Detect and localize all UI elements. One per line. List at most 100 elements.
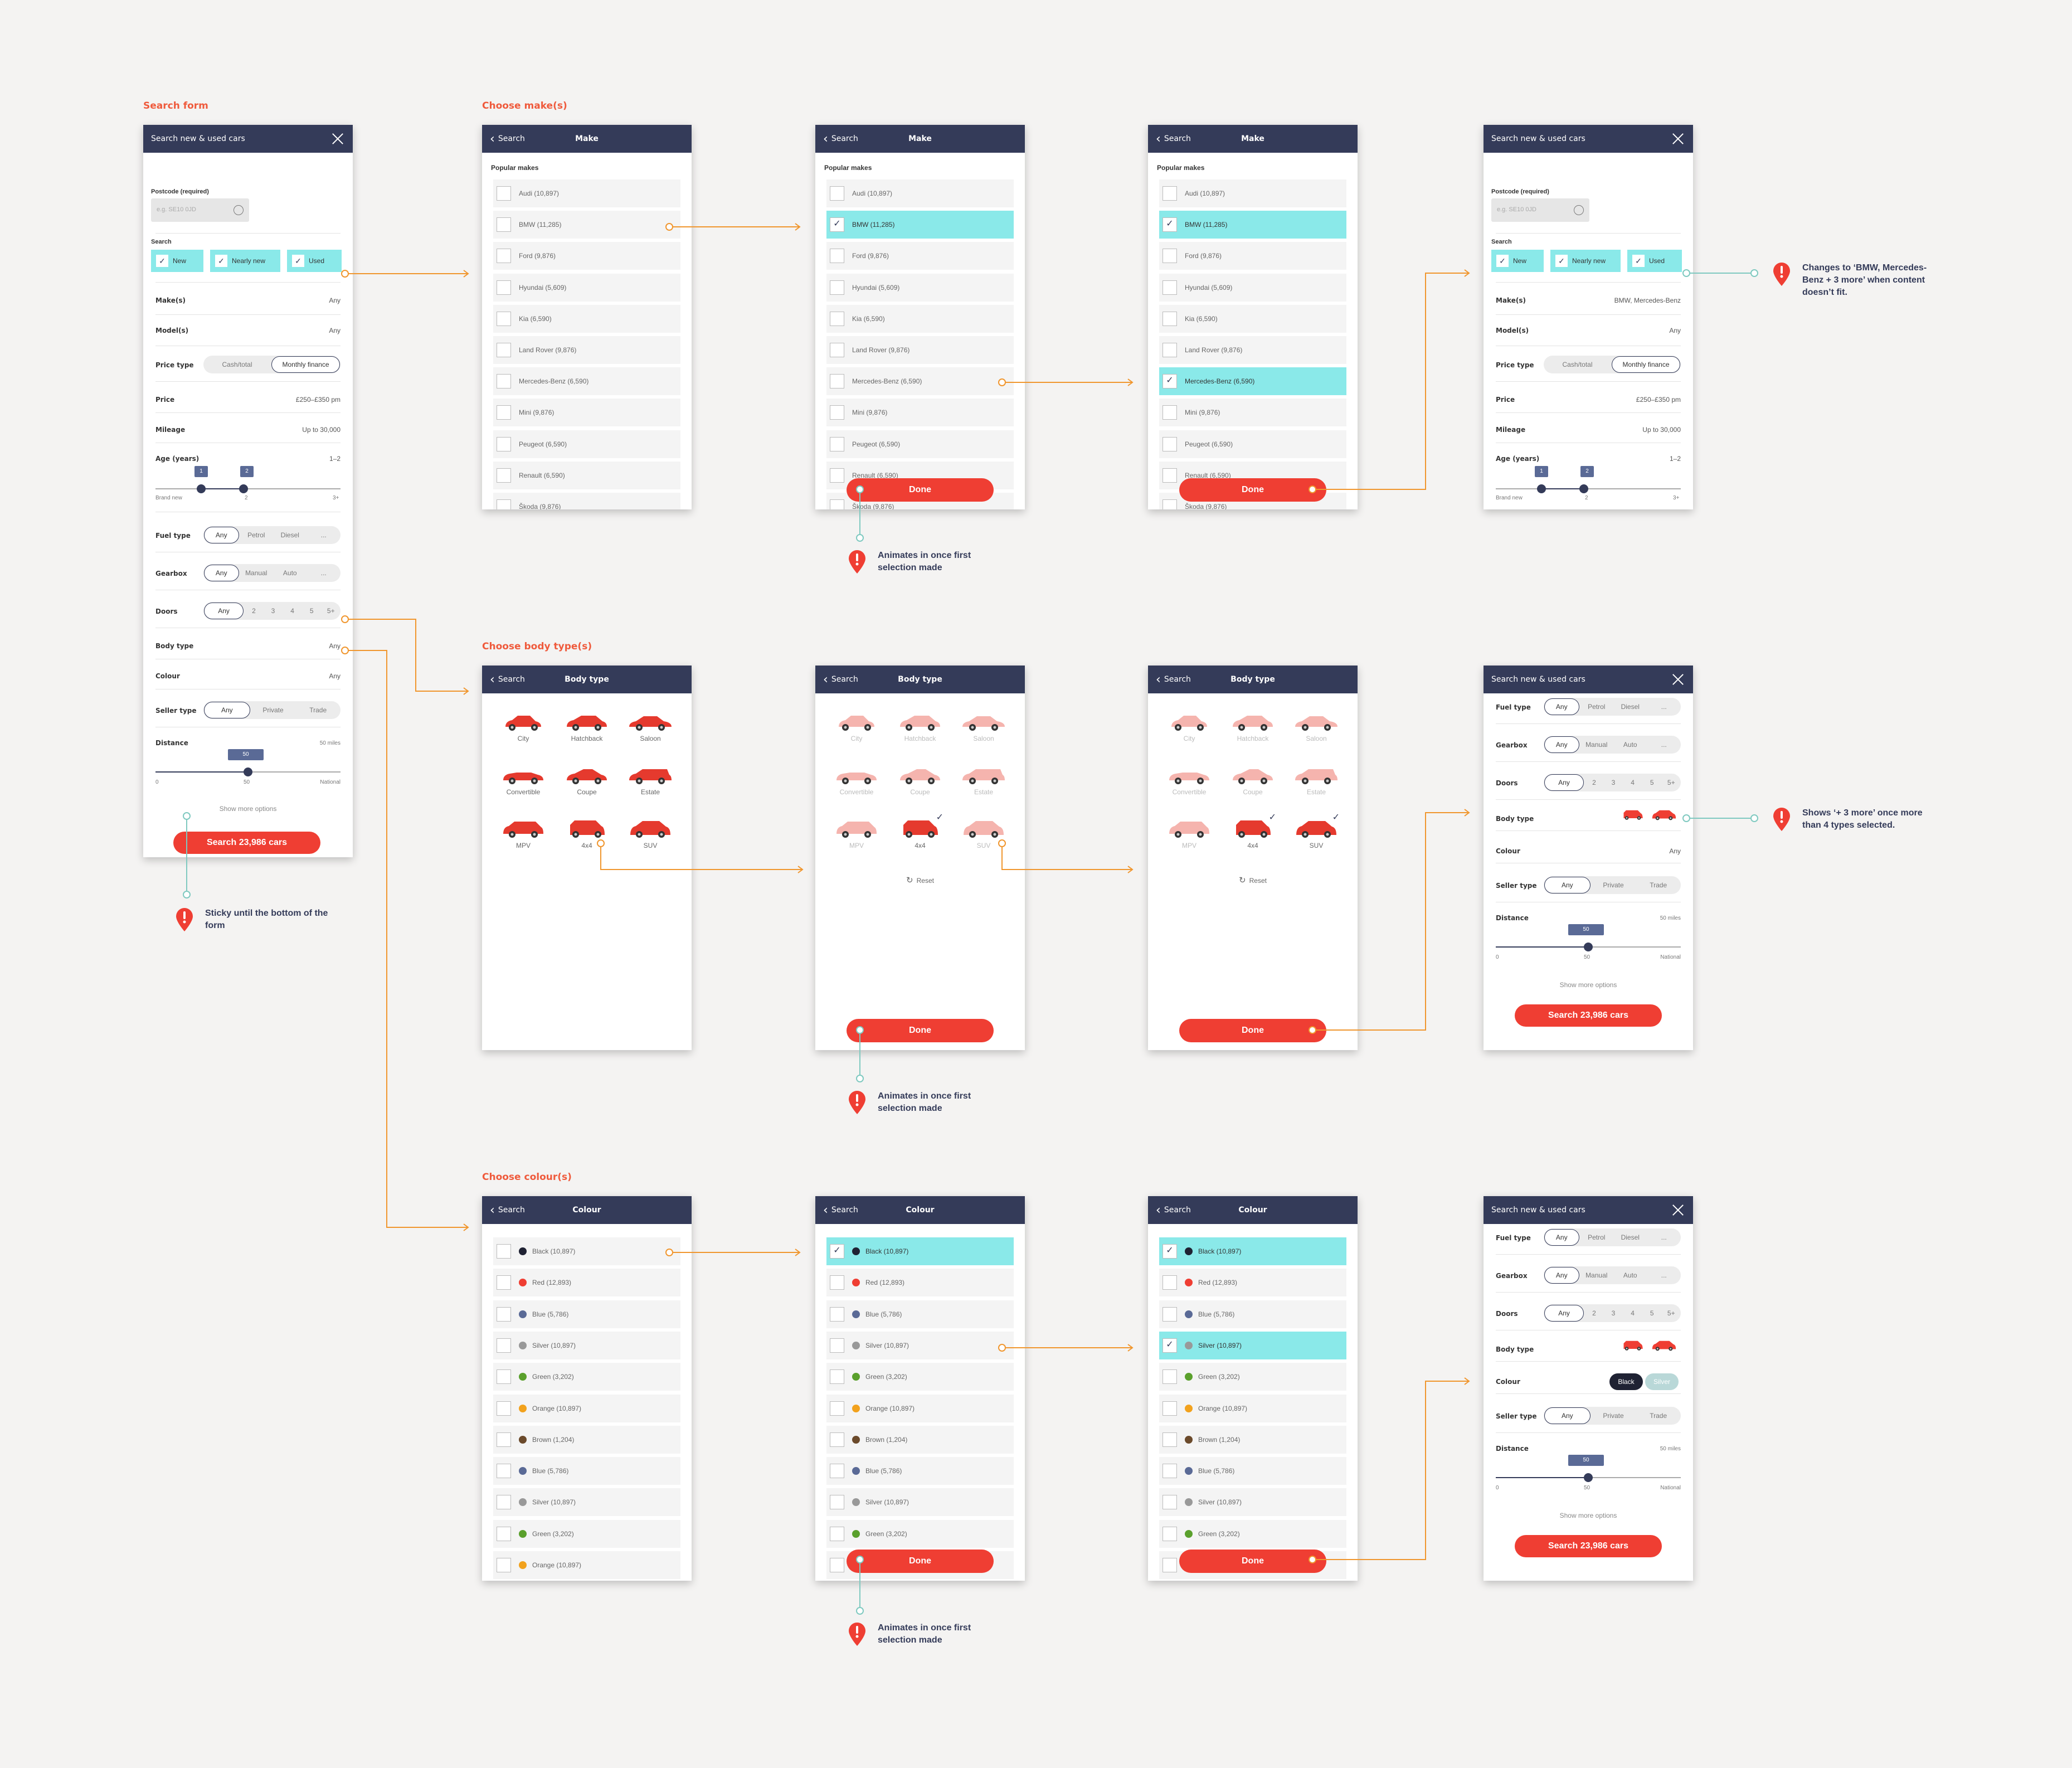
- make-row[interactable]: Land Rover (9,876): [1159, 336, 1346, 364]
- back-button[interactable]: ‹ Search: [1156, 125, 1191, 153]
- make-row[interactable]: Renault (6,590): [493, 461, 680, 489]
- checkbox[interactable]: [497, 1244, 511, 1259]
- show-more-link[interactable]: Show more options: [1484, 1512, 1693, 1519]
- checkbox[interactable]: [1163, 499, 1177, 509]
- reset-link[interactable]: ↻ Reset: [1148, 875, 1358, 885]
- colour-row[interactable]: Blue (5,786): [826, 1457, 1014, 1485]
- option-5plus[interactable]: 5+: [321, 607, 341, 615]
- make-row[interactable]: Audi (10,897): [1159, 179, 1346, 207]
- make-row[interactable]: Kia (6,590): [826, 304, 1014, 333]
- checkbox[interactable]: [497, 1432, 511, 1447]
- show-more-link[interactable]: Show more options: [1484, 981, 1693, 989]
- colour-pill-black[interactable]: Black: [1609, 1373, 1643, 1390]
- toggle-option[interactable]: ...: [1647, 703, 1681, 711]
- toggle-option[interactable]: Manual: [1580, 741, 1614, 749]
- checkbox[interactable]: [1163, 280, 1177, 295]
- checkbox[interactable]: [497, 436, 511, 451]
- body-type-option[interactable]: ✓ SUV: [1288, 813, 1344, 849]
- make-row[interactable]: Mini (9,876): [1159, 399, 1346, 427]
- make-row[interactable]: Mercedes-Benz (6,590): [493, 367, 680, 396]
- checkbox[interactable]: ✓: [1163, 374, 1177, 389]
- body-type-option[interactable]: City: [495, 712, 551, 742]
- toggle-option[interactable]: Petrol: [1580, 1233, 1614, 1241]
- colour-row[interactable]: ✓ Silver (10,897): [1159, 1331, 1346, 1359]
- make-row[interactable]: BMW (11,285): [493, 211, 680, 239]
- colour-row[interactable]: Silver (10,897): [826, 1488, 1014, 1517]
- toggle-option[interactable]: Any: [1544, 736, 1579, 753]
- colour-row[interactable]: Silver (10,897): [826, 1331, 1014, 1359]
- price-type-toggle[interactable]: Cash/total Monthly finance: [1544, 356, 1681, 373]
- checkbox[interactable]: [1163, 186, 1177, 201]
- checkbox[interactable]: [497, 249, 511, 264]
- checkbox[interactable]: [497, 1526, 511, 1541]
- doors-toggle[interactable]: Any 2 3 4 5 5+: [203, 602, 341, 620]
- colour-row[interactable]: Blue (5,786): [1159, 1300, 1346, 1328]
- checkbox[interactable]: [1163, 1306, 1177, 1322]
- back-button[interactable]: ‹ Search: [823, 666, 858, 693]
- checkbox[interactable]: [1163, 436, 1177, 451]
- checkbox[interactable]: [497, 217, 511, 232]
- option-cash[interactable]: Cash/total: [203, 361, 271, 368]
- fuel-toggle[interactable]: Any Petrol Diesel...: [1544, 698, 1681, 716]
- checkbox[interactable]: [830, 405, 844, 420]
- checkbox[interactable]: [830, 499, 844, 509]
- age-knob-low[interactable]: [197, 484, 206, 493]
- colour-value[interactable]: Any: [329, 672, 341, 680]
- colour-row[interactable]: Red (12,893): [826, 1269, 1014, 1297]
- mileage-value[interactable]: Up to 30,000: [302, 426, 341, 434]
- postcode-input[interactable]: e.g. SE10 0JD: [151, 198, 249, 222]
- checkbox[interactable]: [497, 1495, 511, 1510]
- option-petrol[interactable]: Petrol: [240, 531, 274, 539]
- close-icon[interactable]: [1672, 1204, 1684, 1216]
- option-cash[interactable]: Cash/total: [1544, 361, 1611, 368]
- toggle-option[interactable]: Auto: [1613, 1271, 1647, 1279]
- toggle-option[interactable]: 4: [1623, 1309, 1642, 1317]
- body-type-value[interactable]: Any: [329, 642, 341, 650]
- search-button[interactable]: Search 23,986 cars: [1515, 1004, 1662, 1027]
- colour-row[interactable]: Silver (10,897): [1159, 1488, 1346, 1517]
- checkbox[interactable]: [1163, 1558, 1177, 1572]
- checkbox[interactable]: [497, 1464, 511, 1479]
- colour-row[interactable]: Green (3,202): [1159, 1519, 1346, 1548]
- option-3[interactable]: 3: [264, 607, 283, 615]
- checkbox[interactable]: [830, 1558, 844, 1572]
- body-type-option[interactable]: SUV: [622, 819, 678, 849]
- age-knob-low[interactable]: [1537, 484, 1546, 493]
- checkbox[interactable]: [830, 249, 844, 264]
- distance-slider[interactable]: [1496, 1473, 1681, 1482]
- toggle-option[interactable]: Diesel: [1613, 703, 1647, 711]
- reset-link[interactable]: ↻ Reset: [815, 875, 1025, 885]
- body-type-option[interactable]: ✓ 4x4: [892, 813, 948, 849]
- body-type-option[interactable]: Coupe: [1225, 766, 1281, 796]
- body-type-option[interactable]: SUV: [956, 819, 1011, 849]
- checkbox[interactable]: [830, 186, 844, 201]
- checkbox[interactable]: [497, 468, 511, 483]
- price-type-toggle[interactable]: Cash/total Monthly finance: [203, 356, 341, 373]
- make-row[interactable]: Ford (9,876): [493, 242, 680, 270]
- toggle-option[interactable]: ...: [1647, 1233, 1681, 1241]
- body-type-option[interactable]: Coupe: [559, 766, 615, 796]
- checkbox[interactable]: [830, 1432, 844, 1447]
- toggle-option[interactable]: 3: [1604, 779, 1623, 786]
- price-value[interactable]: £250–£350 pm: [296, 396, 341, 404]
- done-button[interactable]: Done: [847, 1019, 994, 1042]
- toggle-option[interactable]: Private: [1591, 881, 1636, 889]
- toggle-option[interactable]: Private: [1591, 1412, 1636, 1420]
- body-type-option[interactable]: MPV: [495, 819, 551, 849]
- toggle-option[interactable]: Any: [1544, 774, 1584, 791]
- body-type-option[interactable]: Convertible: [495, 766, 551, 796]
- toggle-option[interactable]: 5: [1642, 779, 1662, 786]
- checkbox[interactable]: ✓: [1163, 217, 1177, 232]
- models-value[interactable]: Any: [1669, 327, 1681, 334]
- checkbox[interactable]: [830, 280, 844, 295]
- body-type-option[interactable]: Saloon: [1288, 712, 1344, 742]
- makes-value[interactable]: Any: [329, 297, 341, 304]
- checkbox[interactable]: [1163, 405, 1177, 420]
- back-button[interactable]: ‹ Search: [823, 125, 858, 153]
- body-type-option[interactable]: 4x4: [559, 819, 615, 849]
- body-type-option[interactable]: Saloon: [622, 712, 678, 742]
- checkbox[interactable]: [830, 1401, 844, 1416]
- seller-toggle[interactable]: Any Private Trade: [1544, 876, 1681, 894]
- option-more[interactable]: ...: [307, 569, 341, 577]
- done-button[interactable]: Done: [847, 478, 994, 502]
